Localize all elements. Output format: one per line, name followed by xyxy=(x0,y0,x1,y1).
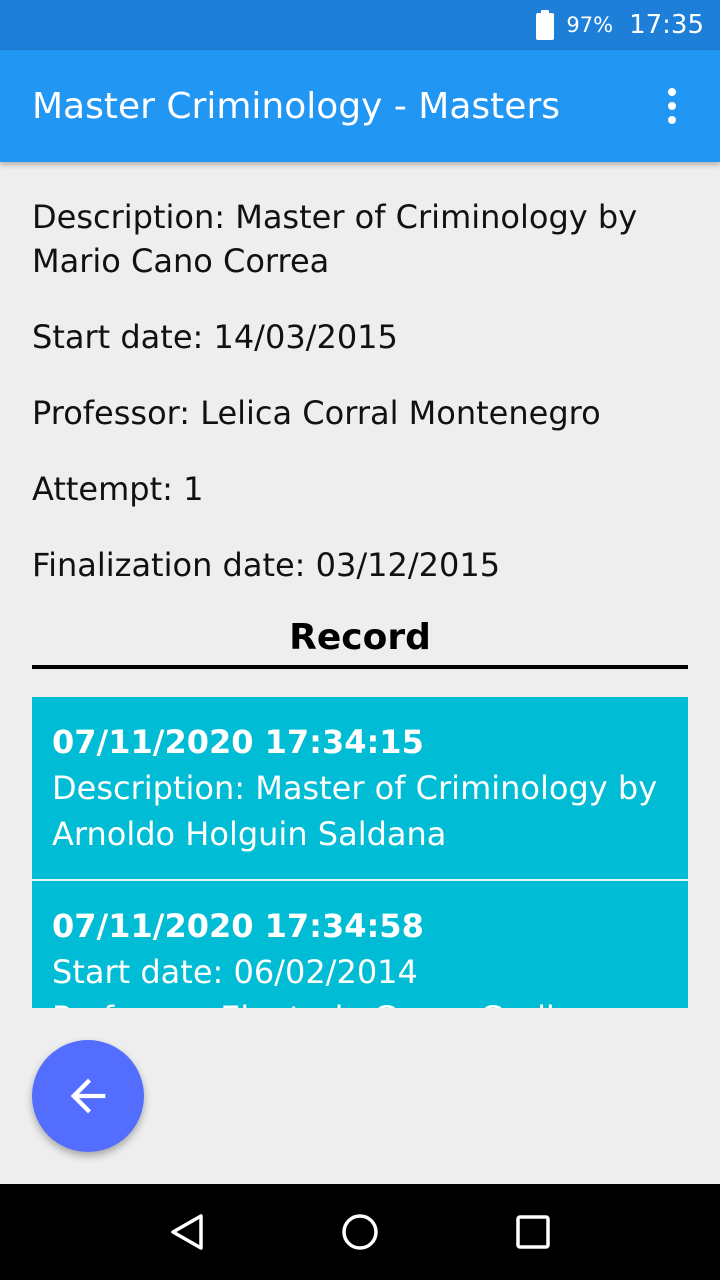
record-line: Start date: 06/02/2014 xyxy=(52,953,418,991)
back-fab-button[interactable] xyxy=(32,1040,144,1152)
record-line: Professor: Eleuterio Garay Garibay xyxy=(52,995,668,1008)
professor-text: Professor: Lelica Corral Montenegro xyxy=(32,394,601,432)
page-title: Master Criminology - Masters xyxy=(32,85,560,127)
navigation-bar xyxy=(0,1184,720,1280)
record-timestamp: 07/11/2020 17:34:15 xyxy=(52,723,424,761)
record-timestamp: 07/11/2020 17:34:58 xyxy=(52,907,424,945)
arrow-back-icon xyxy=(70,1078,106,1114)
nav-back-icon xyxy=(170,1214,203,1250)
nav-recents-icon xyxy=(516,1215,551,1249)
list-item[interactable]: 07/11/2020 17:34:15 Description: Master … xyxy=(32,697,688,881)
record-line: Description: Master of Criminology by xyxy=(52,769,658,807)
nav-recents-button[interactable] xyxy=(509,1208,557,1256)
status-bar: 97% 17:35 xyxy=(0,0,720,50)
nav-home-icon xyxy=(342,1214,378,1250)
attempt-text: Attempt: 1 xyxy=(32,470,204,508)
record-heading: Record xyxy=(32,615,688,669)
nav-back-button[interactable] xyxy=(163,1208,211,1256)
list-item[interactable]: 07/11/2020 17:34:58 Start date: 06/02/20… xyxy=(32,881,688,1008)
battery-icon xyxy=(536,10,555,40)
battery-percent: 97% xyxy=(566,13,614,37)
finalization-date-text: Finalization date: 03/12/2015 xyxy=(32,546,501,584)
record-line: Arnoldo Holguin Saldana xyxy=(52,815,447,853)
app-bar: Master Criminology - Masters xyxy=(0,50,720,162)
nav-home-button[interactable] xyxy=(336,1208,384,1256)
details-panel: Description: Master of Criminology by Ma… xyxy=(32,162,688,669)
more-vert-icon[interactable] xyxy=(648,82,696,130)
clock: 17:35 xyxy=(629,10,704,40)
start-date-text: Start date: 14/03/2015 xyxy=(32,318,398,356)
description-text: Description: Master of Criminology by Ma… xyxy=(32,198,638,280)
record-list[interactable]: 07/11/2020 17:34:15 Description: Master … xyxy=(32,697,688,1008)
